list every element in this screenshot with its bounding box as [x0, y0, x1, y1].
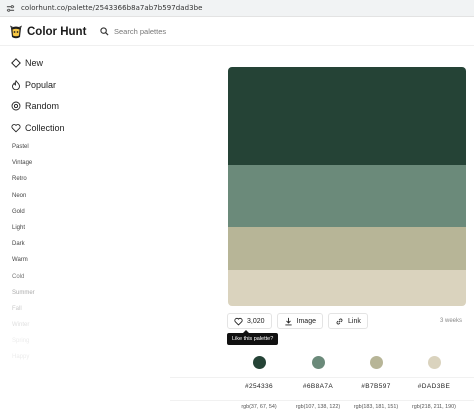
category-neon[interactable]: Neon	[12, 192, 35, 208]
category-winter[interactable]: Winter	[12, 321, 35, 337]
color-hex[interactable]: #DAD3BE	[404, 383, 464, 390]
heart-icon	[234, 317, 243, 326]
site-info-icon[interactable]	[5, 3, 15, 13]
category-list: Pastel Vintage Retro Neon Gold Light Dar…	[12, 143, 35, 370]
category-cold[interactable]: Cold	[12, 273, 35, 289]
palette-swatch[interactable]	[228, 270, 466, 306]
color-rgb[interactable]: rgb(183, 181, 151)	[346, 404, 406, 410]
browser-url-bar[interactable]: colorhunt.co/palette/2543366b8a7ab7b597d…	[0, 0, 474, 17]
color-hex[interactable]: #B7B597	[346, 383, 406, 390]
sidebar-item-label: Random	[25, 101, 60, 112]
category-fall[interactable]: Fall	[12, 305, 35, 321]
like-tooltip: Like this palette?	[227, 333, 279, 345]
color-detail-2: #6B8A7A rgb(107, 138, 122)	[288, 356, 348, 410]
link-icon	[336, 318, 343, 324]
palette-actions: 3,020 Image Link	[227, 313, 373, 329]
palette-swatch[interactable]	[228, 67, 466, 165]
category-summer[interactable]: Summer	[12, 289, 35, 305]
heart-icon	[11, 124, 21, 133]
url-text[interactable]: colorhunt.co/palette/2543366b8a7ab7b597d…	[21, 4, 202, 12]
category-spring[interactable]: Spring	[12, 337, 35, 353]
category-happy[interactable]: Happy	[12, 353, 35, 369]
like-count: 3,020	[247, 317, 265, 325]
palette-age: 3 weeks	[440, 318, 463, 324]
sidebar-item-random[interactable]: Random	[11, 95, 65, 117]
fire-icon	[12, 79, 20, 90]
link-label: Link	[348, 317, 361, 325]
category-gold[interactable]: Gold	[12, 208, 35, 224]
copy-link-button[interactable]: Link	[328, 313, 368, 329]
color-hunt-logo-icon	[10, 25, 22, 39]
download-icon	[284, 317, 292, 325]
color-dot[interactable]	[311, 356, 325, 369]
color-rgb[interactable]: rgb(218, 211, 190)	[404, 404, 464, 410]
sidebar-item-new[interactable]: New	[11, 52, 65, 74]
sidebar-item-label: Collection	[25, 122, 65, 133]
like-button[interactable]: 3,020	[227, 313, 272, 329]
search-input[interactable]	[114, 27, 264, 36]
image-label: Image	[296, 317, 316, 325]
category-warm[interactable]: Warm	[12, 256, 35, 272]
palette-swatch[interactable]	[228, 165, 466, 227]
sidebar-item-popular[interactable]: Popular	[11, 74, 65, 96]
category-retro[interactable]: Retro	[12, 175, 35, 191]
sidebar-item-label: Popular	[25, 79, 57, 90]
palette-swatch[interactable]	[228, 227, 466, 270]
color-dot[interactable]	[427, 356, 441, 369]
diamond-icon	[11, 57, 21, 68]
color-detail-4: #DAD3BE rgb(218, 211, 190)	[404, 356, 464, 410]
brand-name: Color Hunt	[27, 26, 87, 38]
image-download-button[interactable]: Image	[276, 313, 323, 329]
sidebar-item-collection[interactable]: Collection	[11, 117, 65, 139]
color-dot[interactable]	[252, 356, 266, 369]
search-icon	[100, 27, 109, 36]
random-icon	[11, 101, 21, 111]
color-hex[interactable]: #6B8A7A	[288, 383, 348, 390]
category-vintage[interactable]: Vintage	[12, 159, 35, 175]
color-hex[interactable]: #254336	[229, 383, 289, 390]
color-rgb[interactable]: rgb(107, 138, 122)	[288, 404, 348, 410]
palette-card[interactable]	[228, 67, 466, 306]
logo[interactable]: Color Hunt	[9, 24, 86, 40]
sidebar-nav: New Popular Random Collection	[11, 52, 65, 139]
category-dark[interactable]: Dark	[12, 240, 35, 256]
color-rgb[interactable]: rgb(37, 67, 54)	[229, 404, 289, 410]
color-detail-3: #B7B597 rgb(183, 181, 151)	[346, 356, 406, 410]
site-header: Color Hunt	[0, 20, 474, 46]
category-pastel[interactable]: Pastel	[12, 143, 35, 159]
color-dot[interactable]	[369, 356, 383, 369]
sidebar-item-label: New	[25, 57, 44, 68]
color-detail-1: #254336 rgb(37, 67, 54)	[229, 356, 289, 410]
category-light[interactable]: Light	[12, 224, 35, 240]
search-bar[interactable]	[100, 27, 264, 36]
